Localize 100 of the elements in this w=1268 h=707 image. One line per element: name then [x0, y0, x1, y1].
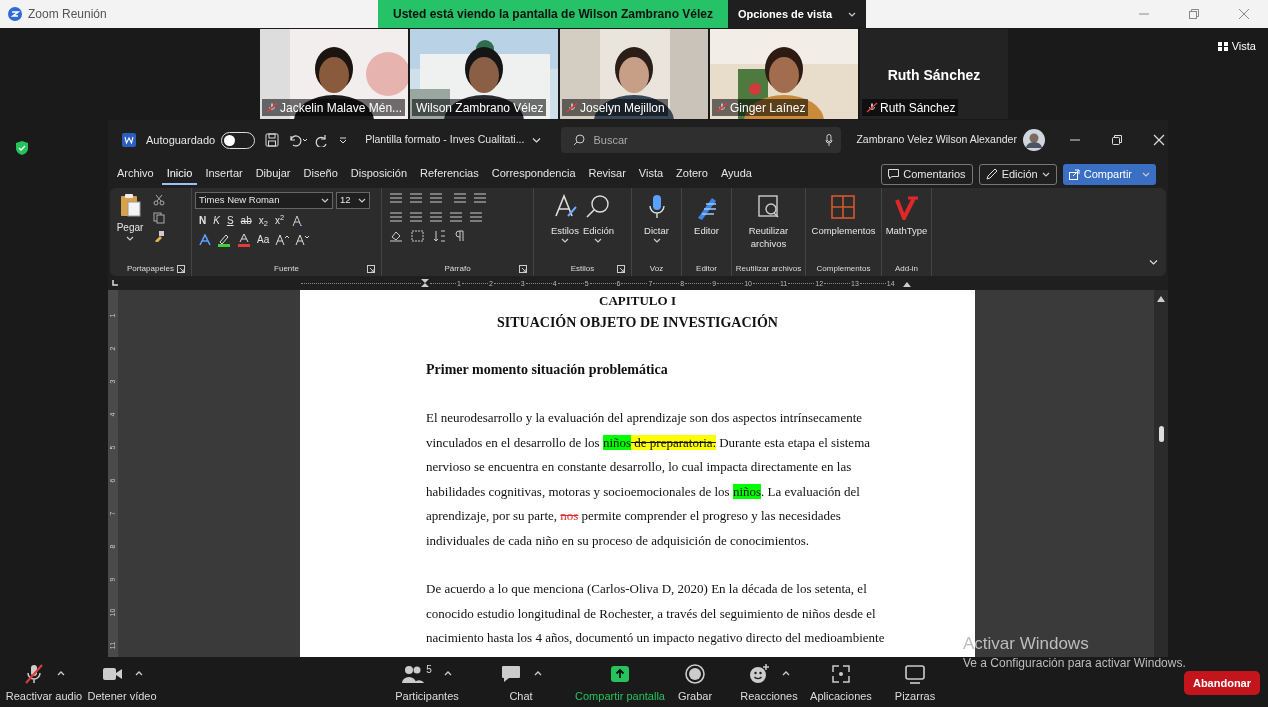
dialog-launcher-icon[interactable]: [367, 265, 375, 273]
decrease-indent-icon[interactable]: [453, 192, 467, 204]
align-center-icon[interactable]: [409, 211, 423, 223]
scroll-up-icon[interactable]: [1157, 296, 1165, 302]
caret-icon[interactable]: [443, 670, 452, 678]
autosave-label: Autoguardado: [146, 132, 216, 148]
font-color-icon[interactable]: [237, 232, 251, 247]
ribbon-tab[interactable]: Referencias: [415, 163, 484, 185]
whiteboards-button[interactable]: Pizarras: [884, 661, 946, 705]
increase-indent-icon[interactable]: [473, 192, 487, 204]
clear-format-icon[interactable]: [291, 214, 304, 227]
editor-button[interactable]: Editor: [691, 192, 722, 237]
dictate-button[interactable]: Dictar: [641, 192, 672, 244]
format-button[interactable]: x$_{2}$: [258, 213, 268, 228]
caret-icon: [1142, 170, 1150, 178]
dialog-launcher-icon[interactable]: [177, 265, 185, 273]
line-spacing-icon[interactable]: [469, 211, 483, 223]
ribbon-tab[interactable]: Vista: [633, 163, 669, 185]
styles-button[interactable]: Estilos: [548, 192, 581, 244]
font-size-field[interactable]: 12: [336, 192, 370, 209]
ribbon-tab[interactable]: Dibujar: [250, 163, 296, 185]
shrink-font-icon[interactable]: [295, 233, 310, 246]
numbering-icon[interactable]: [409, 192, 423, 204]
zoom-logo-icon: [8, 7, 22, 21]
chat-button[interactable]: Chat: [490, 661, 552, 705]
editing-button[interactable]: Edición: [978, 163, 1057, 185]
ribbon-tab[interactable]: Inicio: [161, 163, 198, 185]
borders-icon[interactable]: [411, 230, 425, 242]
caret-icon[interactable]: [57, 670, 65, 678]
format-button[interactable]: x$^{2}$: [274, 213, 285, 228]
unmute-button[interactable]: Reactivar audio: [4, 661, 84, 705]
copy-icon[interactable]: [153, 212, 165, 224]
grow-font-icon[interactable]: [275, 233, 290, 246]
ribbon-tab[interactable]: Insertar: [200, 163, 248, 185]
customize-icon[interactable]: [339, 136, 348, 144]
video-tile[interactable]: Joselyn Mejillon: [560, 29, 708, 119]
share-button[interactable]: Compartir: [1062, 163, 1156, 185]
indent-marker-icon[interactable]: [421, 279, 429, 287]
format-button[interactable]: K: [213, 213, 220, 228]
apps-button[interactable]: Aplicaciones: [802, 661, 880, 705]
tab-selector-icon[interactable]: [112, 280, 118, 286]
font-name-field[interactable]: Times New Roman: [195, 192, 333, 209]
add-ins-button[interactable]: Complementos: [809, 192, 878, 237]
caret-icon[interactable]: [534, 670, 542, 678]
highlight-icon[interactable]: [217, 232, 231, 247]
bullets-icon[interactable]: [389, 192, 403, 204]
change-case-button[interactable]: Aa: [257, 232, 270, 247]
stop-video-button[interactable]: Detener vídeo: [84, 661, 160, 705]
align-right-icon[interactable]: [429, 211, 443, 223]
share-screen-button[interactable]: Compartir pantalla: [572, 661, 668, 705]
video-tile[interactable]: Ginger Laínez: [710, 29, 858, 119]
shading-icon[interactable]: [389, 230, 403, 242]
justify-icon[interactable]: [449, 211, 463, 223]
ribbon-tab[interactable]: Revisar: [583, 163, 631, 185]
grid-icon: [830, 194, 857, 220]
restore-icon[interactable]: [1110, 134, 1123, 146]
shield-icon: [16, 141, 28, 155]
pilcrow-icon[interactable]: [455, 230, 465, 242]
collapse-ribbon-icon[interactable]: [1149, 259, 1158, 266]
caret-icon[interactable]: [782, 670, 790, 678]
smiley-plus-icon: [748, 662, 770, 685]
text-effects-icon[interactable]: [199, 233, 211, 246]
ribbon-tab[interactable]: Correspondencia: [486, 163, 581, 185]
format-button[interactable]: ab: [240, 213, 252, 228]
align-left-icon[interactable]: [389, 211, 403, 223]
record-button[interactable]: Grabar: [668, 661, 722, 705]
scrollbar-thumb[interactable]: [1158, 426, 1164, 442]
view-options-button[interactable]: Opciones de vista: [728, 0, 866, 28]
participants-button[interactable]: 5 Participantes: [388, 661, 466, 705]
caret-icon[interactable]: [135, 670, 143, 678]
multilevel-list-icon[interactable]: [429, 192, 443, 204]
ribbon-tab[interactable]: Disposición: [345, 163, 413, 185]
ribbon-tab[interactable]: Zotero: [671, 163, 713, 185]
dialog-launcher-icon[interactable]: [519, 265, 527, 273]
avatar-icon[interactable]: [1022, 129, 1045, 151]
cut-icon[interactable]: [153, 194, 165, 206]
reactions-button[interactable]: Reacciones: [736, 661, 802, 705]
save-icon[interactable]: [265, 133, 280, 147]
view-button[interactable]: Vista: [1217, 38, 1256, 55]
share-icon: [1068, 168, 1080, 180]
mathtype-button[interactable]: MathType: [883, 192, 930, 237]
format-button[interactable]: N: [199, 213, 207, 228]
ribbon-tab[interactable]: Archivo: [112, 163, 159, 185]
format-button[interactable]: S: [226, 213, 234, 228]
group-label: Estilos: [570, 263, 595, 275]
format-painter-icon[interactable]: [153, 230, 165, 242]
comments-button[interactable]: Comentarios: [881, 163, 973, 185]
video-tile[interactable]: Ruth Sánchez Ruth Sánchez: [860, 29, 1008, 119]
reuse-files-button[interactable]: Reutilizar archivos: [735, 192, 802, 250]
ribbon-tab[interactable]: Diseño: [298, 163, 343, 185]
undo-icon[interactable]: [287, 133, 310, 147]
ribbon-tab[interactable]: Ayuda: [715, 163, 757, 185]
dialog-launcher-icon[interactable]: [617, 265, 625, 273]
sort-icon[interactable]: [433, 230, 447, 242]
video-tile[interactable]: Jackelin Malave Mén...: [260, 29, 408, 119]
document-title[interactable]: Plantilla formato - Inves Cualitati...: [365, 132, 542, 148]
leave-button[interactable]: Abandonar: [1183, 671, 1260, 695]
find-button[interactable]: Edición: [580, 192, 617, 244]
search-field[interactable]: Buscar: [561, 127, 842, 153]
paste-button[interactable]: Pegar: [113, 192, 147, 242]
